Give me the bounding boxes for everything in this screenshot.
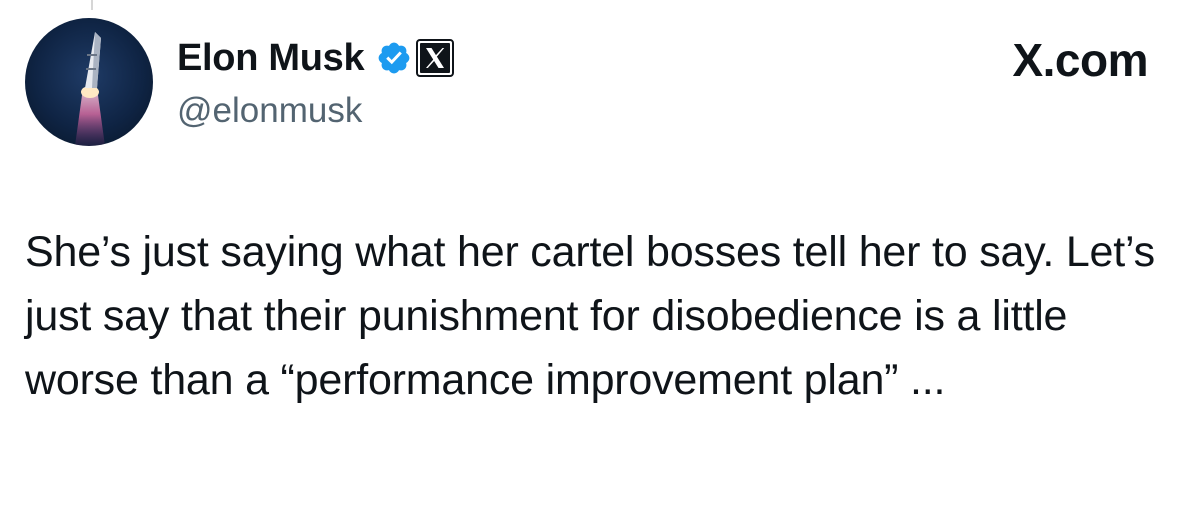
avatar[interactable]	[25, 18, 153, 146]
tweet-text: She’s just saying what her cartel bosses…	[25, 228, 1155, 404]
tweet-card: Elon Musk @elonmusk X.com She’s just say…	[0, 0, 1200, 525]
thread-connector	[91, 0, 93, 10]
rocket-launch-avatar-image	[25, 18, 153, 146]
author-handle[interactable]: @elonmusk	[177, 86, 362, 136]
verified-check-icon	[376, 40, 412, 76]
author-display-name[interactable]: Elon Musk	[177, 33, 365, 83]
x-logo-icon	[416, 39, 455, 77]
author-name-row: Elon Musk	[177, 33, 455, 83]
brand-label: X.com	[1012, 34, 1148, 86]
